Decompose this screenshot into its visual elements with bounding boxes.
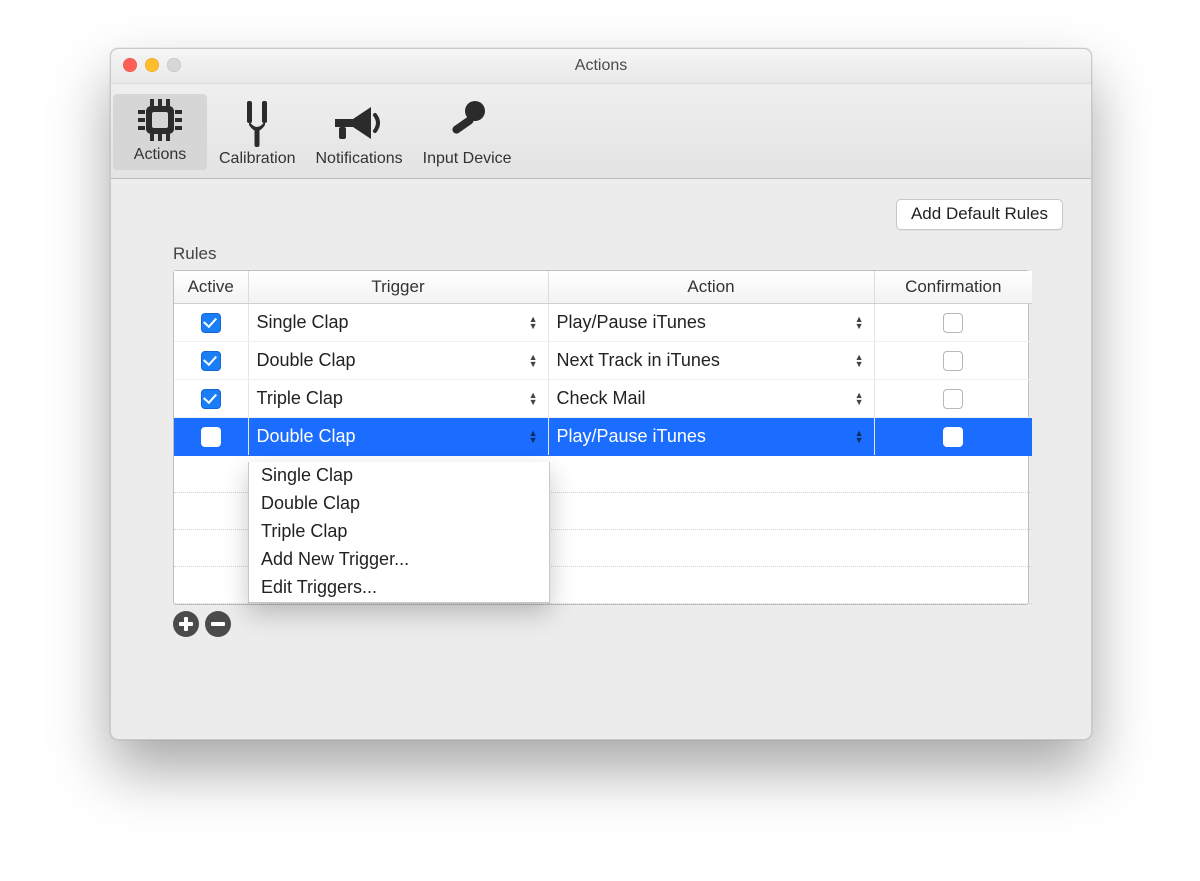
column-header-action[interactable]: Action (548, 271, 874, 304)
table-row[interactable]: Double Clap ▲▼ Play/Pause iTunes ▲▼ (174, 418, 1032, 456)
tab-label: Calibration (219, 150, 295, 168)
menu-item-double-clap[interactable]: Double Clap (249, 490, 549, 518)
content-area: Add Default Rules Rules Active Trigger A… (133, 199, 1069, 719)
cell-text: Play/Pause iTunes (557, 312, 706, 333)
active-checkbox[interactable] (201, 313, 221, 333)
close-window-button[interactable] (123, 58, 137, 72)
stepper-icon: ▲▼ (855, 392, 864, 406)
active-checkbox[interactable] (201, 351, 221, 371)
confirmation-checkbox[interactable] (943, 427, 963, 447)
column-header-active[interactable]: Active (174, 271, 248, 304)
titlebar: Actions (111, 49, 1091, 84)
tab-calibration[interactable]: Calibration (209, 94, 305, 174)
cell-text: Check Mail (557, 388, 646, 409)
action-cell[interactable]: Play/Pause iTunes ▲▼ (549, 304, 874, 341)
tab-label: Notifications (315, 150, 402, 168)
stepper-icon: ▲▼ (529, 316, 538, 330)
remove-rule-button[interactable] (205, 611, 231, 637)
megaphone-icon (315, 98, 402, 150)
cell-text: Play/Pause iTunes (557, 426, 706, 447)
confirmation-checkbox[interactable] (943, 313, 963, 333)
add-default-rules-button[interactable]: Add Default Rules (896, 199, 1063, 230)
action-cell[interactable]: Next Track in iTunes ▲▼ (549, 342, 874, 379)
cell-text: Double Clap (257, 350, 356, 371)
confirmation-checkbox[interactable] (943, 389, 963, 409)
trigger-dropdown-menu: Single Clap Double Clap Triple Clap Add … (248, 462, 550, 603)
tab-actions[interactable]: Actions (113, 94, 207, 170)
preferences-toolbar: Actions Calibration (111, 84, 1091, 179)
window-title: Actions (575, 57, 627, 75)
stepper-icon: ▲▼ (855, 430, 864, 444)
minimize-window-button[interactable] (145, 58, 159, 72)
active-checkbox[interactable] (201, 389, 221, 409)
stepper-icon: ▲▼ (855, 354, 864, 368)
preferences-window: Actions Actions (110, 48, 1092, 740)
rules-table: Active Trigger Action Confirmation Singl… (173, 270, 1029, 605)
cell-text: Double Clap (257, 426, 356, 447)
stepper-icon: ▲▼ (855, 316, 864, 330)
menu-item-single-clap[interactable]: Single Clap (249, 462, 549, 490)
table-row[interactable]: Double Clap ▲▼ Next Track in iTunes ▲▼ (174, 342, 1032, 380)
tab-label: Actions (123, 146, 197, 164)
cell-text: Single Clap (257, 312, 349, 333)
cell-text: Triple Clap (257, 388, 343, 409)
action-cell[interactable]: Check Mail ▲▼ (549, 380, 874, 417)
confirmation-checkbox[interactable] (943, 351, 963, 371)
table-row[interactable]: Triple Clap ▲▼ Check Mail ▲▼ (174, 380, 1032, 418)
microphone-icon (423, 98, 512, 150)
menu-item-edit-triggers[interactable]: Edit Triggers... (249, 574, 549, 602)
tab-input-device[interactable]: Input Device (413, 94, 522, 174)
trigger-cell[interactable]: Double Clap ▲▼ (249, 418, 548, 455)
tuning-fork-icon (219, 98, 295, 150)
active-checkbox[interactable] (201, 427, 221, 447)
stepper-icon: ▲▼ (529, 392, 538, 406)
chip-icon (123, 94, 197, 146)
add-rule-button[interactable] (173, 611, 199, 637)
trigger-cell[interactable]: Single Clap ▲▼ (249, 304, 548, 341)
column-header-trigger[interactable]: Trigger (248, 271, 548, 304)
trigger-cell[interactable]: Double Clap ▲▼ (249, 342, 548, 379)
rules-section-label: Rules (173, 244, 1069, 264)
action-cell[interactable]: Play/Pause iTunes ▲▼ (549, 418, 874, 455)
cell-text: Next Track in iTunes (557, 350, 720, 371)
trigger-cell[interactable]: Triple Clap ▲▼ (249, 380, 548, 417)
zoom-window-button[interactable] (167, 58, 181, 72)
tab-label: Input Device (423, 150, 512, 168)
stepper-icon: ▲▼ (529, 430, 538, 444)
table-row[interactable]: Single Clap ▲▼ Play/Pause iTunes ▲▼ (174, 304, 1032, 342)
column-header-confirmation[interactable]: Confirmation (874, 271, 1032, 304)
menu-item-triple-clap[interactable]: Triple Clap (249, 518, 549, 546)
stepper-icon: ▲▼ (529, 354, 538, 368)
tab-notifications[interactable]: Notifications (305, 94, 412, 174)
menu-item-add-new-trigger[interactable]: Add New Trigger... (249, 546, 549, 574)
